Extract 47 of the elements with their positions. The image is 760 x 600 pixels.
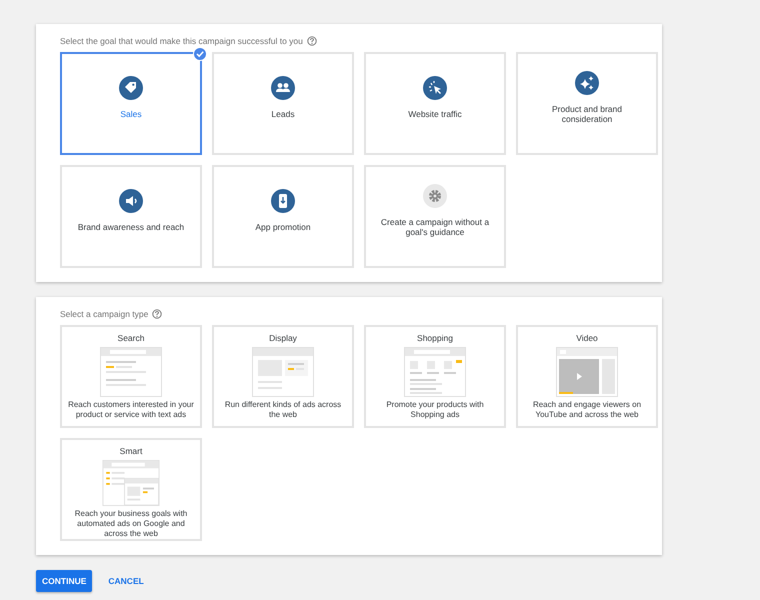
help-icon[interactable] [152, 309, 162, 319]
goal-tile[interactable]: Create a campaign without a goal's guidance [364, 165, 506, 268]
help-icon[interactable] [306, 36, 317, 46]
smart-page-drawing [100, 460, 162, 506]
goal-label: Sales [119, 108, 143, 120]
type-prompt: Select a campaign type [60, 309, 148, 319]
goal-label: Leads [270, 108, 296, 120]
search-page-drawing [100, 347, 162, 397]
tag-icon [119, 76, 143, 100]
type-description: Reach your business goals with automated ads on Google and across the web [74, 509, 188, 539]
people-icon [271, 76, 295, 100]
type-title: Video [576, 333, 598, 343]
goal-tile[interactable]: App promotion [212, 165, 354, 268]
goal-tile[interactable]: Product and brand consideration [516, 52, 658, 155]
campaign-type-tile[interactable]: Video Reach and engage viewers on YouTube and across the web [516, 325, 658, 428]
campaign-type-tile[interactable]: Display Run different kinds of ads across the web [212, 325, 354, 428]
campaign-type-tile[interactable]: Search Reach customers interested in your product or service with text ads [60, 325, 202, 428]
type-title: Display [269, 333, 297, 343]
gear-icon [423, 184, 447, 208]
type-description: Run different kinds of ads across the web [224, 400, 342, 420]
campaign-type-tile[interactable]: Smart Reach your business goals with automated ads on Google and across the web [60, 438, 202, 541]
cancel-button[interactable]: CANCEL [102, 570, 150, 592]
continue-button[interactable]: CONTINUE [36, 570, 92, 592]
sparkle-icon [575, 70, 599, 94]
type-description: Reach customers interested in your product or service with text ads [67, 400, 195, 420]
goal-tile[interactable]: Website traffic [364, 52, 506, 155]
type-title: Smart [120, 446, 142, 456]
type-title: Search [118, 333, 144, 343]
display-page-drawing [252, 347, 314, 397]
goal-tile[interactable]: Brand awareness and reach [60, 165, 202, 268]
goal-tile[interactable]: Leads [212, 52, 354, 155]
goal-label: Brand awareness and reach [76, 222, 186, 232]
campaign-type-tile[interactable]: Shopping Promote your products with Shopping ads [364, 325, 506, 428]
goal-prompt: Select the goal that would make this campaign successful to you [60, 36, 303, 46]
cursor-icon [423, 76, 447, 100]
megaphone-icon [119, 188, 143, 213]
goal-label: App promotion [254, 222, 312, 232]
phone-icon [271, 188, 295, 213]
shopping-page-drawing [404, 347, 466, 397]
checkmark-icon [193, 47, 207, 61]
type-title: Shopping [417, 333, 453, 343]
goal-label: Product and brand consideration [551, 104, 623, 124]
type-description: Reach and engage viewers on YouTube and across the web [532, 400, 642, 420]
type-description: Promote your products with Shopping ads [385, 400, 485, 420]
goal-label: Create a campaign without a goal's guidance [380, 216, 490, 238]
video-page-drawing [556, 347, 618, 397]
goal-label: Website traffic [407, 108, 463, 120]
